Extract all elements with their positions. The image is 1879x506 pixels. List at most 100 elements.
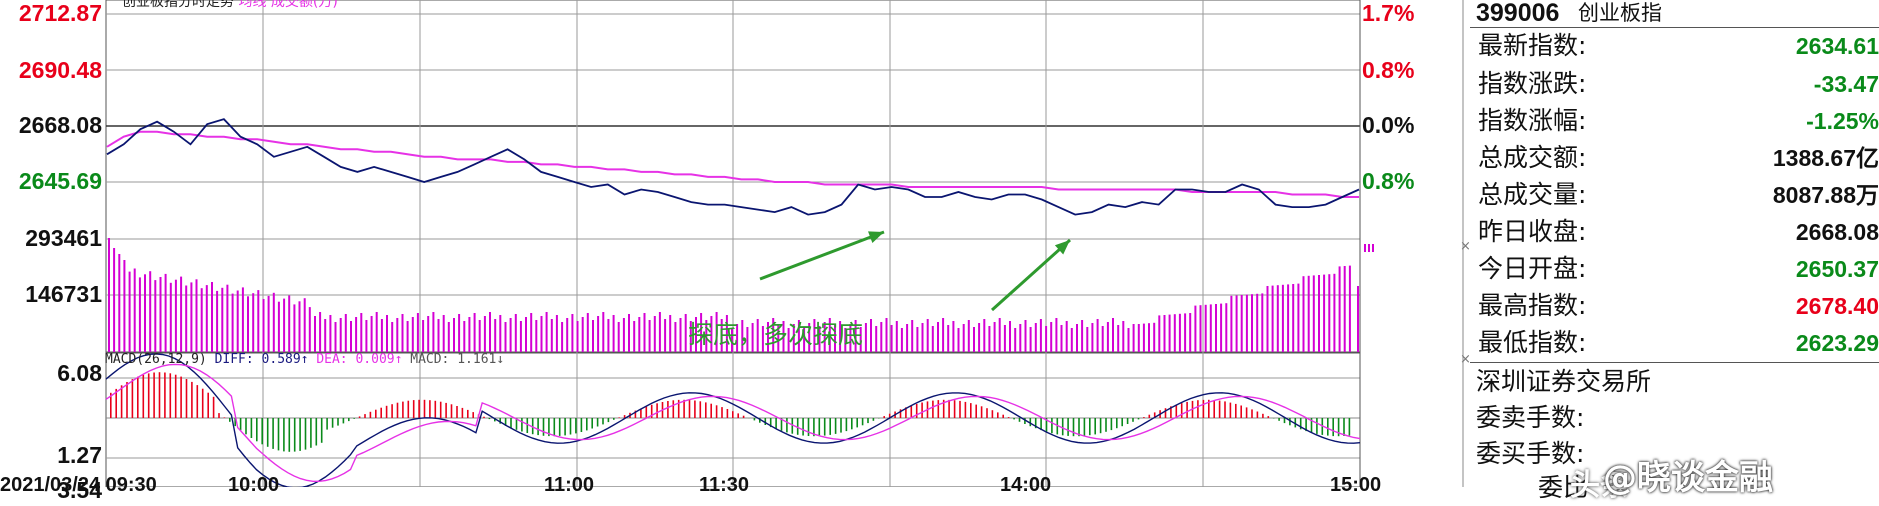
macd-bar	[737, 413, 739, 418]
volume-bar	[149, 271, 151, 352]
volume-bar	[1102, 326, 1104, 352]
macd-bar	[229, 418, 231, 422]
volume-bar	[474, 313, 476, 352]
volume-bar	[623, 318, 625, 352]
volume-bar	[371, 316, 373, 352]
volume-bar	[1050, 322, 1052, 352]
volume-bar	[1133, 324, 1135, 352]
panel-row-value: -33.47	[1814, 67, 1879, 101]
volume-bar	[911, 320, 913, 352]
volume-bar	[577, 321, 579, 352]
volume-bar	[530, 313, 532, 352]
macd-bar	[521, 418, 523, 432]
macd-bar	[272, 418, 274, 449]
macd-bar	[570, 418, 572, 435]
volume-bar	[1025, 320, 1027, 352]
macd-bar	[1240, 406, 1242, 419]
volume-bar	[664, 319, 666, 352]
volume-bar	[422, 320, 424, 352]
macd-bar	[294, 418, 296, 452]
macd-bar	[1235, 404, 1237, 418]
volume-bar	[546, 312, 548, 352]
macd-bar	[597, 418, 599, 427]
macd-bar	[673, 400, 675, 418]
macd-bar	[440, 402, 442, 418]
panel-name: 创业板指	[1578, 0, 1662, 26]
volume-bar	[906, 324, 908, 352]
price-axis-label-2: 2690.48	[19, 57, 102, 83]
volume-bar	[968, 320, 970, 352]
pct-axis-label-4: 0.8%	[1362, 168, 1414, 194]
volume-bar	[958, 328, 960, 352]
macd-bar	[840, 418, 842, 433]
macd-bar	[175, 375, 177, 418]
macd-bar	[456, 406, 458, 418]
macd-bar	[954, 400, 956, 418]
macd-bar	[970, 403, 972, 418]
volume-bar	[1323, 275, 1325, 352]
macd-bar	[348, 418, 350, 421]
volume-bar	[1241, 295, 1243, 352]
price-axis-label-prev-close: 2668.08	[19, 112, 102, 138]
macd-bar	[1262, 414, 1264, 418]
volume-bar	[561, 322, 563, 352]
macd-bar	[451, 404, 453, 418]
volume-bar	[314, 316, 316, 352]
macd-bar	[802, 418, 804, 436]
volume-bar	[1282, 285, 1284, 352]
panel-row-open: 今日开盘: 2650.37	[1478, 252, 1879, 286]
volume-bar	[329, 315, 331, 352]
volume-bar	[587, 313, 589, 352]
macd-bar	[710, 404, 712, 418]
volume-bar	[226, 285, 228, 352]
volume-bar	[386, 315, 388, 352]
volume-bar	[160, 277, 162, 352]
volume-bar	[355, 317, 357, 352]
volume-bar	[592, 320, 594, 352]
volume-bar	[1091, 323, 1093, 352]
macd-bar	[510, 418, 512, 428]
macd-bar	[1089, 418, 1091, 435]
macd-bar	[992, 410, 994, 418]
macd-axis-label-mid: 1.27	[57, 442, 102, 468]
annotation-arrows	[760, 231, 1070, 310]
volume-bar	[345, 314, 347, 352]
volume-bar	[983, 319, 985, 352]
volume-bar	[309, 307, 311, 352]
volume-bar	[571, 314, 573, 352]
volume-bar	[607, 319, 609, 352]
volume-axis-label-mid: 146731	[25, 281, 102, 307]
macd-header: MACD(26,12,9) DIFF: 0.589↑ DEA: 0.009↑ M…	[105, 352, 504, 368]
macd-bar	[986, 408, 988, 418]
volume-bar	[1220, 304, 1222, 352]
volume-bar	[350, 321, 352, 352]
volume-bar	[1112, 318, 1114, 352]
macd-bar	[251, 418, 253, 438]
macd-bar	[602, 418, 604, 424]
panel-row-value: 2623.29	[1796, 326, 1879, 360]
macd-bar	[316, 418, 318, 446]
volume-bar	[165, 274, 167, 352]
macd-bar	[310, 418, 312, 448]
volume-bar	[999, 318, 1001, 352]
macd-bar	[1019, 418, 1021, 422]
macd-bar	[332, 418, 334, 428]
macd-bar	[1230, 403, 1232, 418]
volume-bar	[1158, 315, 1160, 352]
macd-bar	[370, 412, 372, 418]
macd-bar	[613, 418, 615, 420]
macd-bar	[1127, 418, 1129, 424]
macd-bar	[256, 418, 258, 441]
panel-row-low: 最低指数: 2623.29	[1478, 326, 1879, 360]
time-axis-1500: 15:00	[1330, 474, 1381, 496]
avg-legend: 均线	[238, 0, 266, 10]
volume-bar	[139, 277, 141, 352]
volume-bar	[1014, 328, 1016, 352]
panel-divider	[1470, 362, 1879, 363]
volume-bar	[1230, 296, 1232, 352]
panel-row-value: 1388.67亿	[1773, 141, 1879, 175]
macd-bar	[618, 417, 620, 418]
macd-bar	[1138, 418, 1140, 419]
macd-bar	[786, 418, 788, 432]
macd-bar	[1013, 418, 1015, 419]
